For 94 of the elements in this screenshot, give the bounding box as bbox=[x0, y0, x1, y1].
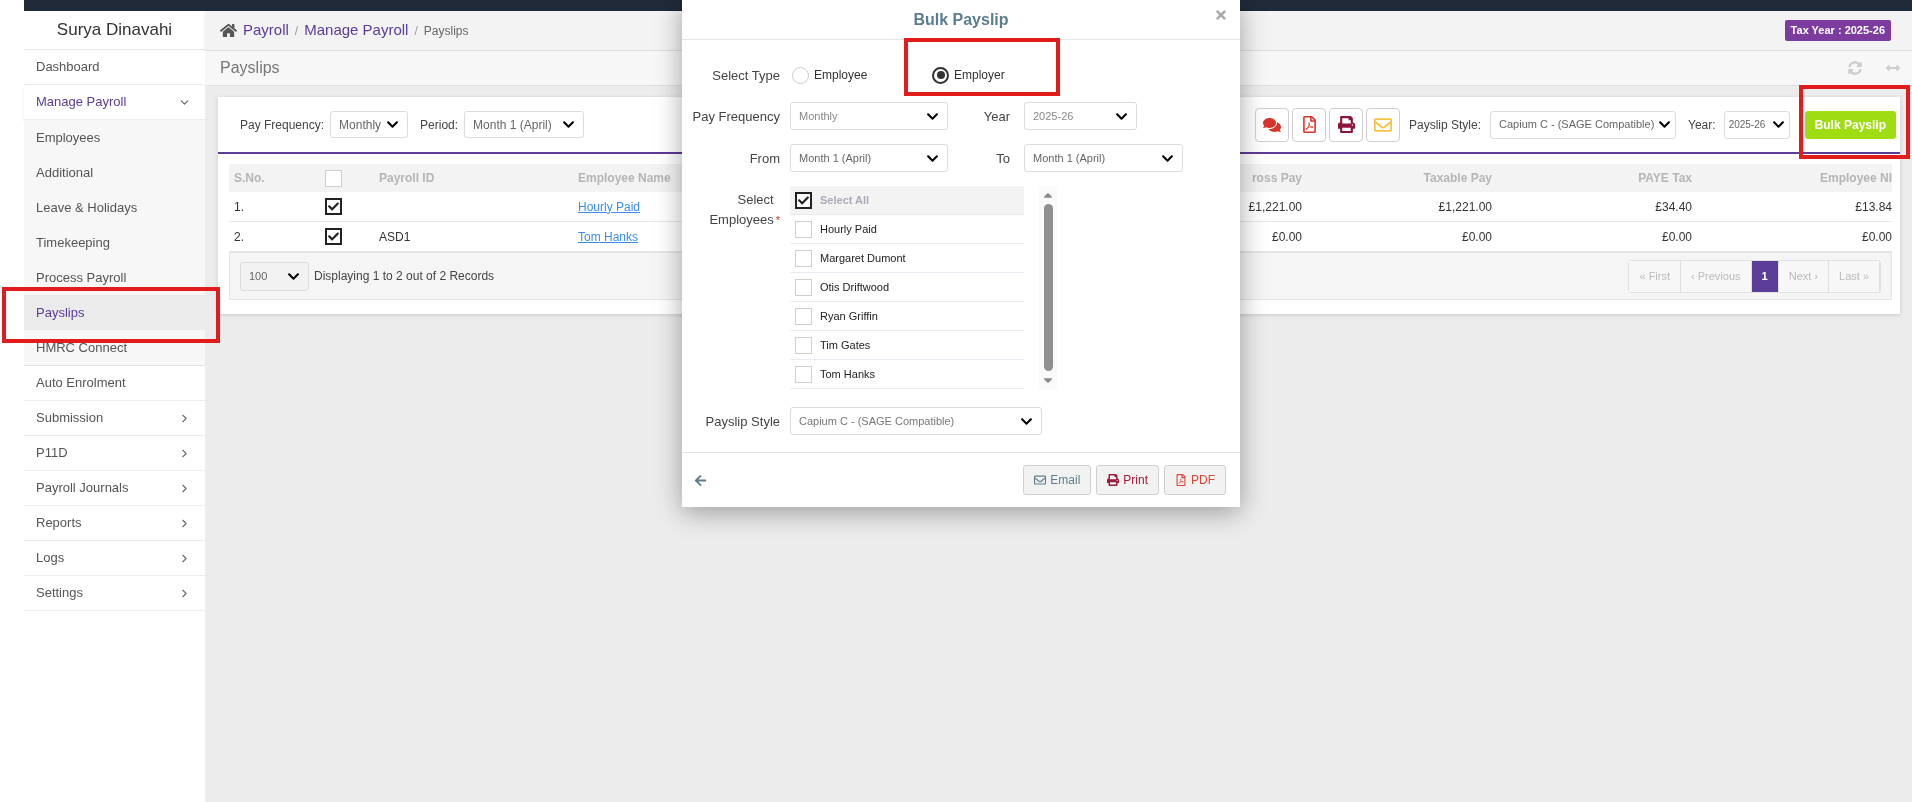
payslip-style-select[interactable]: Capium C - (SAGE Compatible) bbox=[790, 407, 1042, 435]
check-icon bbox=[798, 194, 809, 206]
sidebar-subitem[interactable]: Additional bbox=[24, 155, 205, 190]
sidebar-subitem[interactable]: Payslips bbox=[24, 295, 205, 330]
radio-option[interactable]: Employee bbox=[792, 66, 896, 84]
pdf-icon bbox=[1300, 116, 1318, 133]
sidebar-subitem[interactable]: Timekeeping bbox=[24, 225, 205, 260]
to-select[interactable]: Month 1 (April) bbox=[1024, 144, 1183, 172]
print-button[interactable] bbox=[1329, 107, 1363, 142]
table-cell-text: £1,221.00 bbox=[1247, 198, 1302, 216]
breadcrumb-link[interactable]: Manage Payroll bbox=[304, 19, 409, 42]
speech-bubbles-icon bbox=[1263, 115, 1281, 134]
caret-icon bbox=[1771, 118, 1785, 131]
records-summary: Displaying 1 to 2 out of 2 Records bbox=[314, 268, 495, 285]
select-employees-label: Select Employees bbox=[708, 191, 774, 229]
checkbox[interactable] bbox=[325, 198, 342, 215]
close-icon[interactable] bbox=[1214, 8, 1228, 22]
checkbox[interactable] bbox=[795, 191, 812, 209]
pdf-button[interactable]: PDF bbox=[1164, 465, 1226, 495]
page-title: Payslips bbox=[220, 58, 280, 78]
year-select[interactable]: 2025-26 bbox=[1723, 110, 1790, 139]
caret-icon bbox=[562, 118, 576, 131]
table-cell-text: £0.00 bbox=[1460, 228, 1492, 246]
column-header: Employee Name bbox=[578, 170, 672, 187]
payslip-style-select[interactable]: Capium C - (SAGE Compatible) bbox=[1490, 110, 1677, 139]
printer-icon bbox=[1107, 474, 1120, 486]
comments-button[interactable] bbox=[1255, 107, 1289, 142]
sidebar-subitem[interactable]: Process Payroll bbox=[24, 260, 205, 295]
back-arrow-icon[interactable] bbox=[694, 473, 707, 487]
radio-option[interactable]: Employer bbox=[932, 66, 1005, 84]
checklist-item[interactable]: Ryan Griffin bbox=[790, 302, 1024, 331]
breadcrumb-separator: / bbox=[294, 22, 299, 40]
pdf-button[interactable] bbox=[1292, 107, 1326, 142]
breadcrumb-separator: / bbox=[414, 22, 418, 40]
column-header: Employee NI bbox=[1818, 170, 1892, 187]
email-button[interactable]: Email bbox=[1023, 465, 1092, 495]
pagination-button[interactable]: 1 bbox=[1751, 260, 1779, 292]
radio-button[interactable] bbox=[932, 66, 949, 84]
year-label: Year bbox=[983, 109, 1010, 124]
user-name: Surya Dinavahi bbox=[56, 19, 173, 42]
table-cell-text: 2. bbox=[233, 228, 245, 246]
pay-frequency-select[interactable]: Monthly bbox=[790, 102, 948, 130]
breadcrumb-link[interactable]: Payroll bbox=[243, 19, 289, 42]
select-type-label: Select Type bbox=[712, 68, 780, 83]
pay-frequency-select[interactable]: Monthly bbox=[330, 111, 409, 138]
column-header: Payroll ID bbox=[379, 170, 436, 187]
column-header: PAYE Tax bbox=[1637, 170, 1692, 187]
to-label: To bbox=[996, 151, 1010, 166]
checklist-item[interactable]: Tom Hanks bbox=[790, 360, 1024, 389]
column-header: Taxable Pay bbox=[1422, 170, 1492, 187]
table-cell: ASD1 bbox=[379, 229, 411, 244]
table-cell-text: £0.00 bbox=[1270, 228, 1302, 246]
from-label: From bbox=[749, 151, 780, 166]
period-select[interactable]: Month 1 (April) bbox=[464, 111, 585, 138]
column-header: ross Pay bbox=[1250, 170, 1302, 187]
required-mark: * bbox=[775, 213, 780, 228]
page-size-select[interactable]: 100 bbox=[240, 261, 309, 291]
check-icon bbox=[328, 201, 339, 212]
dialog-title: Bulk Payslip bbox=[913, 9, 1009, 30]
year-select[interactable]: 2025-26 bbox=[1024, 102, 1137, 130]
from-select[interactable]: Month 1 (April) bbox=[790, 144, 948, 172]
printer-icon bbox=[1337, 116, 1355, 133]
table-cell-text: £0.00 bbox=[1860, 228, 1892, 246]
year-label: Year: bbox=[1688, 116, 1716, 134]
table-cell-text: £1,221.00 bbox=[1437, 198, 1492, 216]
payslip-style-label: Payslip Style bbox=[705, 414, 780, 429]
caret-icon bbox=[386, 118, 400, 131]
table-cell-text: £13.84 bbox=[1854, 198, 1892, 216]
sidebar-subitem[interactable]: HMRC Connect bbox=[24, 330, 205, 365]
checkbox[interactable] bbox=[325, 228, 342, 245]
column-header: S.No. bbox=[233, 170, 266, 187]
sidebar-subitem[interactable]: Leave & Holidays bbox=[24, 190, 205, 225]
pay-frequency-label: Pay Frequency bbox=[692, 109, 780, 124]
payslip-style-label: Payslip Style: bbox=[1409, 116, 1482, 134]
tax-year-badge: Tax Year : 2025-26 bbox=[1784, 20, 1891, 41]
table-cell-text: 1. bbox=[233, 198, 245, 216]
envelope-icon bbox=[1374, 115, 1392, 134]
checklist-item[interactable]: Margaret Dumont bbox=[790, 244, 1024, 273]
checklist-item[interactable]: Otis Driftwood bbox=[790, 273, 1024, 302]
breadcrumb-current: Payslips bbox=[423, 22, 469, 40]
envelope-icon bbox=[1034, 474, 1047, 486]
print-button[interactable]: Print bbox=[1096, 465, 1159, 495]
table-cell-text: £0.00 bbox=[1660, 228, 1692, 246]
home-icon[interactable] bbox=[220, 22, 237, 39]
period-label: Period: bbox=[420, 116, 459, 134]
sidebar-subitem[interactable]: Employees bbox=[24, 120, 205, 155]
pdf-icon bbox=[1175, 474, 1187, 486]
table-cell-text: £34.40 bbox=[1654, 198, 1692, 216]
caret-icon bbox=[1658, 118, 1672, 131]
checklist-item[interactable]: Hourly Paid bbox=[790, 215, 1024, 244]
scrollbar[interactable] bbox=[1039, 186, 1057, 389]
check-icon bbox=[328, 231, 339, 242]
pay-frequency-label: Pay Frequency: bbox=[240, 116, 325, 134]
checklist-item[interactable]: Tim Gates bbox=[790, 331, 1024, 360]
